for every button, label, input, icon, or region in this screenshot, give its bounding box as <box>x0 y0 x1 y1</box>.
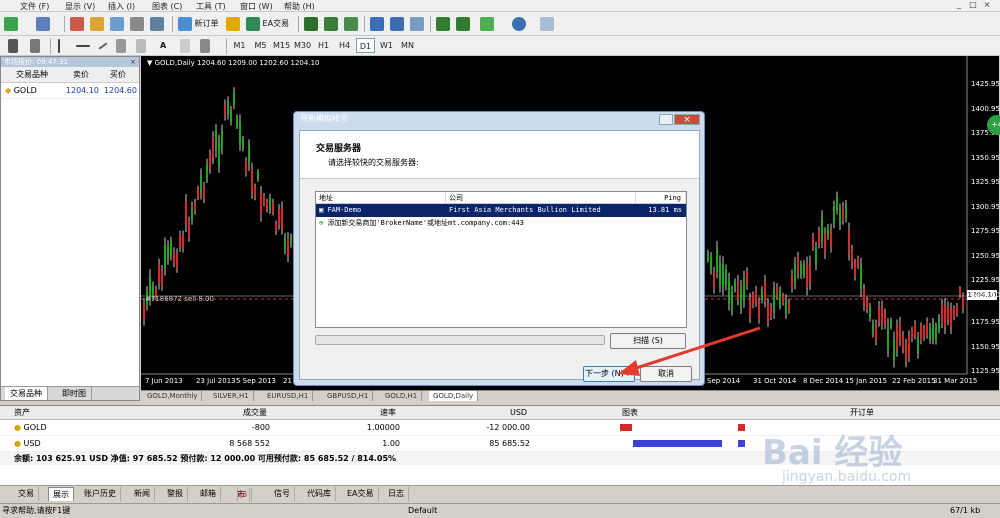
tab-account-history[interactable]: 账户历史 <box>80 487 121 501</box>
market-count: 73 <box>233 488 253 502</box>
tab-market[interactable]: 市场 73 <box>229 487 253 513</box>
exposure-marker <box>738 424 745 431</box>
tab-mailbox[interactable]: 邮箱 <box>196 487 221 501</box>
column-usd[interactable]: USD <box>510 406 527 420</box>
usd-cell: -12 000.00 <box>486 423 530 432</box>
tab-codebase[interactable]: 代码库 <box>303 487 336 501</box>
column-open-orders[interactable]: 开订单 <box>850 406 874 420</box>
rate-cell: 1.00 <box>382 439 400 448</box>
summary-text: 余额: 103 625.91 USD 净值: 97 685.52 预付款: 12… <box>14 454 397 463</box>
column-rate[interactable]: 速率 <box>380 406 396 420</box>
column-volume[interactable]: 成交量 <box>243 406 267 420</box>
tab-trade[interactable]: 交易 <box>14 487 39 501</box>
tab-signals[interactable]: 信号 <box>270 487 295 501</box>
column-asset[interactable]: 资产 <box>14 406 30 420</box>
volume-cell: 8 568 552 <box>229 439 270 448</box>
tab-experts[interactable]: EA交易 <box>343 487 379 501</box>
exposure-bar <box>633 440 722 447</box>
tab-news[interactable]: 新闻 <box>130 487 155 501</box>
rate-cell: 1.00000 <box>366 423 400 432</box>
coin-icon: ● <box>14 439 21 448</box>
tab-exposure[interactable]: 展示 <box>48 487 74 501</box>
status-bar: 寻求帮助,请按F1键 Default 67/1 kb <box>0 503 1000 517</box>
status-help: 寻求帮助,请按F1键 <box>2 506 71 515</box>
watermark-main: Bai 经验 <box>762 433 903 473</box>
asset-name: GOLD <box>23 423 47 432</box>
tab-journal[interactable]: 日志 <box>384 487 409 501</box>
exposure-bar <box>620 424 632 431</box>
asset-cell: ● USD <box>14 436 41 452</box>
tab-alerts[interactable]: 警报 <box>163 487 188 501</box>
asset-name: USD <box>23 439 41 448</box>
coin-icon: ● <box>14 423 21 432</box>
volume-cell: -800 <box>251 423 270 432</box>
watermark-sub: jingyan.baidu.com <box>782 469 912 485</box>
terminal-header: 资产 成交量 速率 USD 图表 开订单 <box>0 406 1000 420</box>
column-graph[interactable]: 图表 <box>622 406 638 420</box>
terminal-tabs: 交易 展示 账户历史 新闻 警报 邮箱 市场 73 信号 代码库 EA交易 日志 <box>0 485 1000 513</box>
status-traffic: 67/1 kb <box>950 506 981 515</box>
asset-cell: ● GOLD <box>14 420 47 436</box>
exposure-marker <box>738 440 745 447</box>
status-profile: Default <box>408 506 438 515</box>
usd-cell: 85 685.52 <box>489 439 530 448</box>
